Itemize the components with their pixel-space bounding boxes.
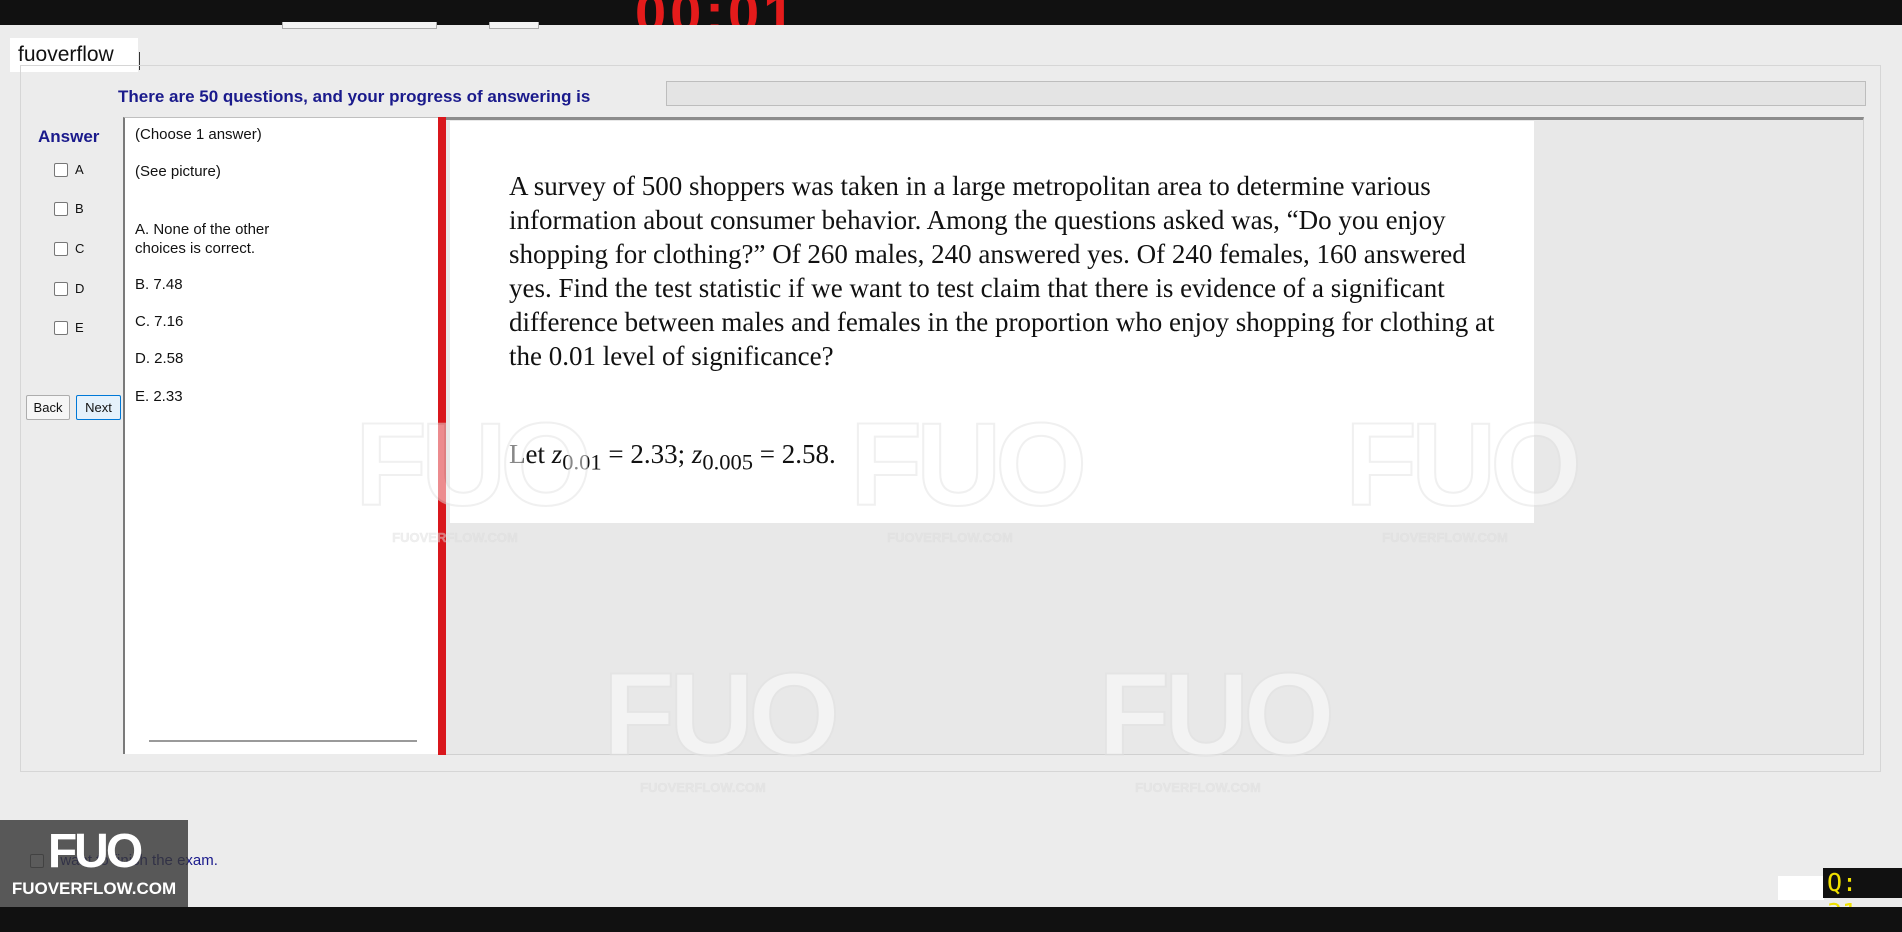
question-counter: Q: 31 [1823,868,1902,927]
option-letter: E [75,320,84,335]
option-letter: C [75,241,85,256]
answer-heading: Answer [38,127,100,146]
horizontal-scrollbar[interactable] [149,740,417,742]
font-size-dropdown[interactable] [489,22,539,29]
fuoverflow-logo: FUO FUOVERFLOW.COM [0,820,188,907]
bottom-black-bar [0,907,1902,932]
checkbox-icon [54,241,68,256]
logo-site: FUOVERFLOW.COM [11,879,177,898]
option-c-checkbox[interactable]: C [54,241,84,256]
option-letter: A [75,162,84,177]
progress-bar [666,81,1866,106]
progress-label: There are 50 questions, and your progres… [118,87,591,106]
checkbox-icon [54,320,68,335]
option-d-checkbox[interactable]: D [54,281,84,296]
watermark: FUO FUOVERFLOW.COM [849,399,1088,545]
checkbox-icon [54,162,68,177]
watermark: FUO FUOVERFLOW.COM [354,399,593,545]
checkbox-icon [54,201,68,216]
option-e-checkbox[interactable]: E [54,320,84,335]
option-b-checkbox[interactable]: B [54,201,84,216]
option-a-checkbox[interactable]: A [54,162,84,177]
countdown-timer: 00:01 [635,0,798,25]
see-picture-note: (See picture) [135,163,221,180]
counter-tab [1778,876,1824,900]
z2-value: = 2.58. [753,439,836,469]
choice-c: C. 7.16 [135,313,184,330]
checkbox-icon [54,281,68,296]
choice-b: B. 7.48 [135,276,183,293]
next-button[interactable]: Next [76,395,121,420]
option-letter: D [75,281,85,296]
choice-e: E. 2.33 [135,388,183,405]
answer-instruction: (Choose 1 answer) [135,126,262,143]
z1-value: = 2.33; [601,439,692,469]
question-text: A survey of 500 shoppers was taken in a … [509,171,1495,371]
choice-d: D. 2.58 [135,350,184,367]
logo-letters: FUO [47,825,143,878]
exam-code-dropdown[interactable] [282,22,437,29]
option-letter: B [75,201,84,216]
z2-subscript: 0.005 [702,449,753,475]
watermark: FUO FUOVERFLOW.COM [602,649,841,795]
watermark: FUO FUOVERFLOW.COM [1344,399,1583,545]
back-button[interactable]: Back [26,395,70,420]
choice-a: A. None of the other choices is correct. [135,221,270,257]
watermark: FUO FUOVERFLOW.COM [1097,649,1336,795]
